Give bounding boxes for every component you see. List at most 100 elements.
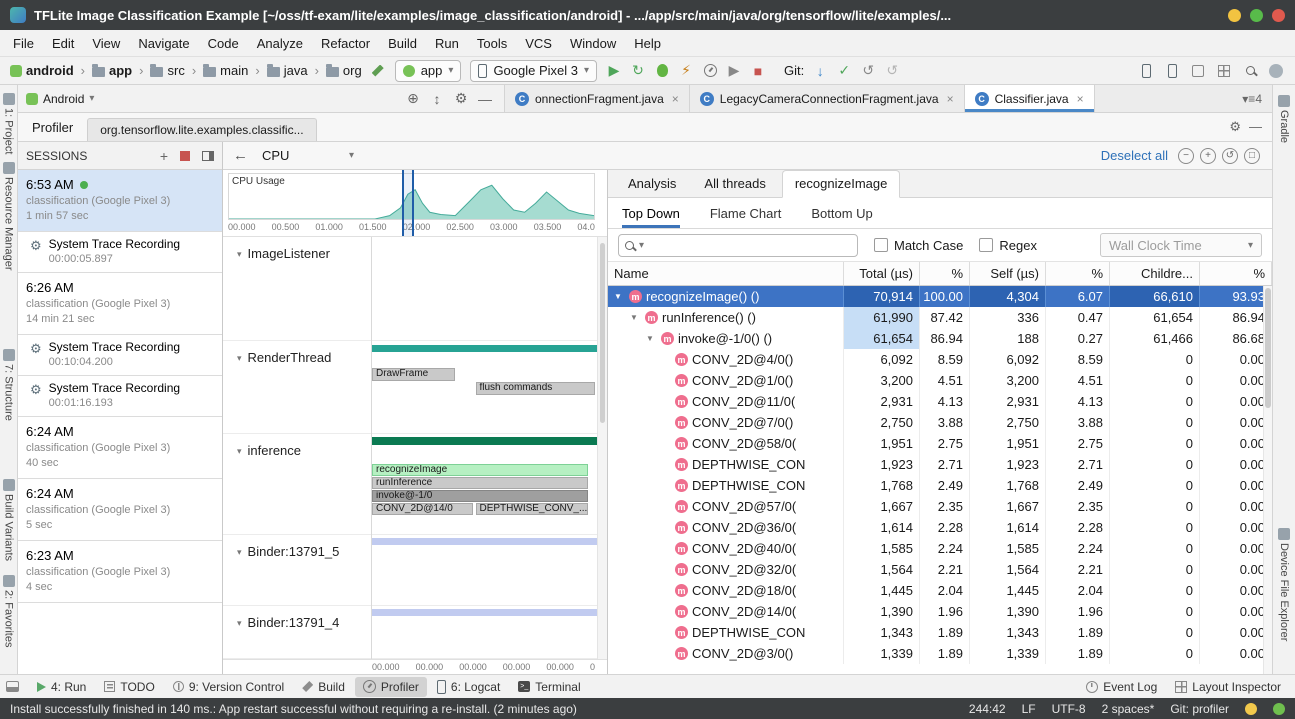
toolwindow-layout-inspector[interactable]: Layout Inspector	[1167, 677, 1289, 697]
menu-help[interactable]: Help	[625, 30, 670, 56]
add-session-icon[interactable]: +	[160, 148, 168, 164]
device-select[interactable]: Google Pixel 3 ▾	[470, 60, 597, 82]
menu-code[interactable]: Code	[199, 30, 248, 56]
analysis-tab-all-threads[interactable]: All threads	[692, 171, 777, 197]
collapse-arrow-icon[interactable]: ▾	[237, 446, 242, 457]
subtab-top-down[interactable]: Top Down	[622, 198, 680, 228]
zoom-to-selection-icon[interactable]: □	[1244, 148, 1260, 164]
thread-state-bar[interactable]	[372, 437, 597, 445]
trace-event-bar[interactable]: invoke@-1/0	[372, 490, 588, 502]
toolwindow-9-version-control[interactable]: 9: Version Control	[165, 677, 292, 697]
trace-event-bar[interactable]: runInference	[372, 477, 588, 489]
thread-name-row[interactable]: ▾RenderThread	[223, 341, 371, 434]
trace-event-bar[interactable]: flush commands	[476, 382, 595, 395]
thread-state-bar[interactable]	[372, 609, 597, 616]
column-header-5[interactable]: Childre...	[1110, 262, 1200, 285]
trace-recording-item[interactable]: ⚙System Trace Recording00:00:05.897	[18, 232, 222, 273]
locate-file-icon[interactable]: ⊕	[402, 88, 424, 110]
menu-build[interactable]: Build	[379, 30, 426, 56]
table-row[interactable]: ▼minvoke@-1/0() ()61,65486.941880.2761,4…	[608, 328, 1272, 349]
window-maximize-button[interactable]	[1250, 9, 1263, 22]
profiler-session-tab[interactable]: org.tensorflow.lite.examples.classific..…	[87, 118, 316, 141]
apply-code-changes-icon[interactable]: ⚡	[675, 60, 697, 82]
toolwindow-button-2-favorites[interactable]: 2: Favorites	[3, 575, 15, 647]
window-close-button[interactable]	[1272, 9, 1285, 22]
table-row[interactable]: mCONV_2D@14/0(1,3901.961,3901.9600.00	[608, 601, 1272, 622]
toolwindow-event-log[interactable]: Event Log	[1078, 677, 1165, 697]
thread-name-row[interactable]: ▾ImageListener	[223, 237, 371, 341]
analysis-tab-analysis[interactable]: Analysis	[616, 171, 688, 197]
breadcrumb-java[interactable]: java	[265, 63, 310, 78]
session-item[interactable]: 6:24 AMclassification (Google Pixel 3)40…	[18, 417, 222, 479]
apply-changes-icon[interactable]: ↻	[627, 60, 649, 82]
thread-name-row[interactable]: ▾Binder:13791_5	[223, 535, 371, 606]
threads-scrollbar[interactable]	[597, 237, 607, 659]
toolwindow-button-7-structure[interactable]: 7: Structure	[3, 349, 15, 421]
match-case-checkbox[interactable]: Match Case	[874, 238, 963, 253]
toolwindow-button-1-project[interactable]: 1: Project	[3, 93, 15, 154]
project-view-selector[interactable]: Android ▾	[26, 92, 94, 106]
close-tab-icon[interactable]: ×	[947, 92, 954, 106]
table-row[interactable]: mCONV_2D@18/0(1,4452.041,4452.0400.00	[608, 580, 1272, 601]
feedback-smiley-icon[interactable]	[1245, 703, 1257, 715]
thread-track[interactable]: DrawFrame flush commands	[372, 341, 597, 434]
menu-edit[interactable]: Edit	[43, 30, 83, 56]
toolwindow-button-gradle[interactable]: Gradle	[1278, 95, 1290, 143]
editor-tab-classifier-java[interactable]: CClassifier.java×	[965, 85, 1095, 112]
deselect-all-link[interactable]: Deselect all	[1101, 148, 1168, 163]
table-row[interactable]: mCONV_2D@3/0()1,3391.891,3391.8900.00	[608, 643, 1272, 664]
menu-navigate[interactable]: Navigate	[129, 30, 198, 56]
close-tab-icon[interactable]: ×	[672, 92, 679, 106]
trace-event-bar[interactable]: CONV_2D@14/0	[372, 503, 473, 515]
range-selection-handle[interactable]	[402, 170, 414, 236]
menu-refactor[interactable]: Refactor	[312, 30, 379, 56]
table-row[interactable]: mCONV_2D@4/0()6,0928.596,0928.5900.00	[608, 349, 1272, 370]
table-row[interactable]: mCONV_2D@36/0(1,6142.281,6142.2800.00	[608, 517, 1272, 538]
menu-vcs[interactable]: VCS	[516, 30, 561, 56]
session-item[interactable]: 6:23 AMclassification (Google Pixel 3)4 …	[18, 541, 222, 603]
status-encoding[interactable]: UTF-8	[1052, 702, 1086, 716]
toolwindow-switcher-icon[interactable]	[6, 681, 19, 692]
layout-validation-icon[interactable]	[1213, 60, 1235, 82]
stop-icon[interactable]: ■	[747, 60, 769, 82]
search-input[interactable]	[649, 238, 851, 252]
git-history-icon[interactable]: ↺	[857, 60, 879, 82]
menu-analyze[interactable]: Analyze	[248, 30, 312, 56]
table-row[interactable]: mCONV_2D@57/0(1,6672.351,6672.3500.00	[608, 496, 1272, 517]
regex-checkbox[interactable]: Regex	[979, 238, 1037, 253]
cpu-usage-chart[interactable]: CPU Usage 00.00000.50001.00001.50002.000…	[223, 170, 607, 237]
status-line-ending[interactable]: LF	[1022, 702, 1036, 716]
session-item[interactable]: 6:26 AMclassification (Google Pixel 3)14…	[18, 273, 222, 335]
subtab-flame-chart[interactable]: Flame Chart	[710, 198, 782, 228]
sdk-manager-icon[interactable]	[1187, 60, 1209, 82]
toolwindow-todo[interactable]: TODO	[96, 677, 162, 697]
menu-window[interactable]: Window	[561, 30, 625, 56]
reset-zoom-icon[interactable]: ↺	[1222, 148, 1238, 164]
thread-name-row[interactable]: ▾inference	[223, 434, 371, 535]
expand-arrow-icon[interactable]: ▼	[630, 313, 641, 322]
status-indent[interactable]: 2 spaces*	[1102, 702, 1155, 716]
trace-event-bar[interactable]: DrawFrame	[372, 368, 455, 381]
collapse-arrow-icon[interactable]: ▾	[237, 618, 242, 629]
scrollbar-thumb[interactable]	[600, 243, 605, 423]
search-everywhere-icon[interactable]	[1239, 60, 1261, 82]
close-tab-icon[interactable]: ×	[1077, 92, 1084, 106]
thread-name-row[interactable]: ▾Binder:13791_4	[223, 606, 371, 659]
expand-arrow-icon[interactable]: ▼	[614, 292, 625, 301]
thread-track[interactable]	[372, 237, 597, 341]
toolwindow-terminal[interactable]: >_Terminal	[510, 677, 588, 697]
toolwindow-6-logcat[interactable]: 6: Logcat	[429, 677, 508, 697]
hide-panel-icon[interactable]: —	[1249, 119, 1262, 135]
table-row[interactable]: mDEPTHWISE_CON1,9232.711,9232.7100.00	[608, 454, 1272, 475]
toolwindow-4-run[interactable]: 4: Run	[29, 677, 94, 697]
zoom-out-icon[interactable]: −	[1178, 148, 1194, 164]
profiler-type-select[interactable]: CPU ▾	[258, 146, 358, 165]
scrollbar-thumb[interactable]	[1265, 288, 1271, 408]
hide-panel-icon[interactable]: —	[474, 88, 496, 110]
status-message[interactable]: Install successfully finished in 140 ms.…	[10, 702, 953, 716]
thread-track[interactable]: recognizeImagerunInferenceinvoke@-1/0CON…	[372, 434, 597, 535]
menu-file[interactable]: File	[4, 30, 43, 56]
table-row[interactable]: mDEPTHWISE_CON1,7682.491,7682.4900.00	[608, 475, 1272, 496]
toolwindow-button-device-file-explorer[interactable]: Device File Explorer	[1278, 528, 1290, 641]
breadcrumb-android[interactable]: android	[8, 63, 76, 78]
